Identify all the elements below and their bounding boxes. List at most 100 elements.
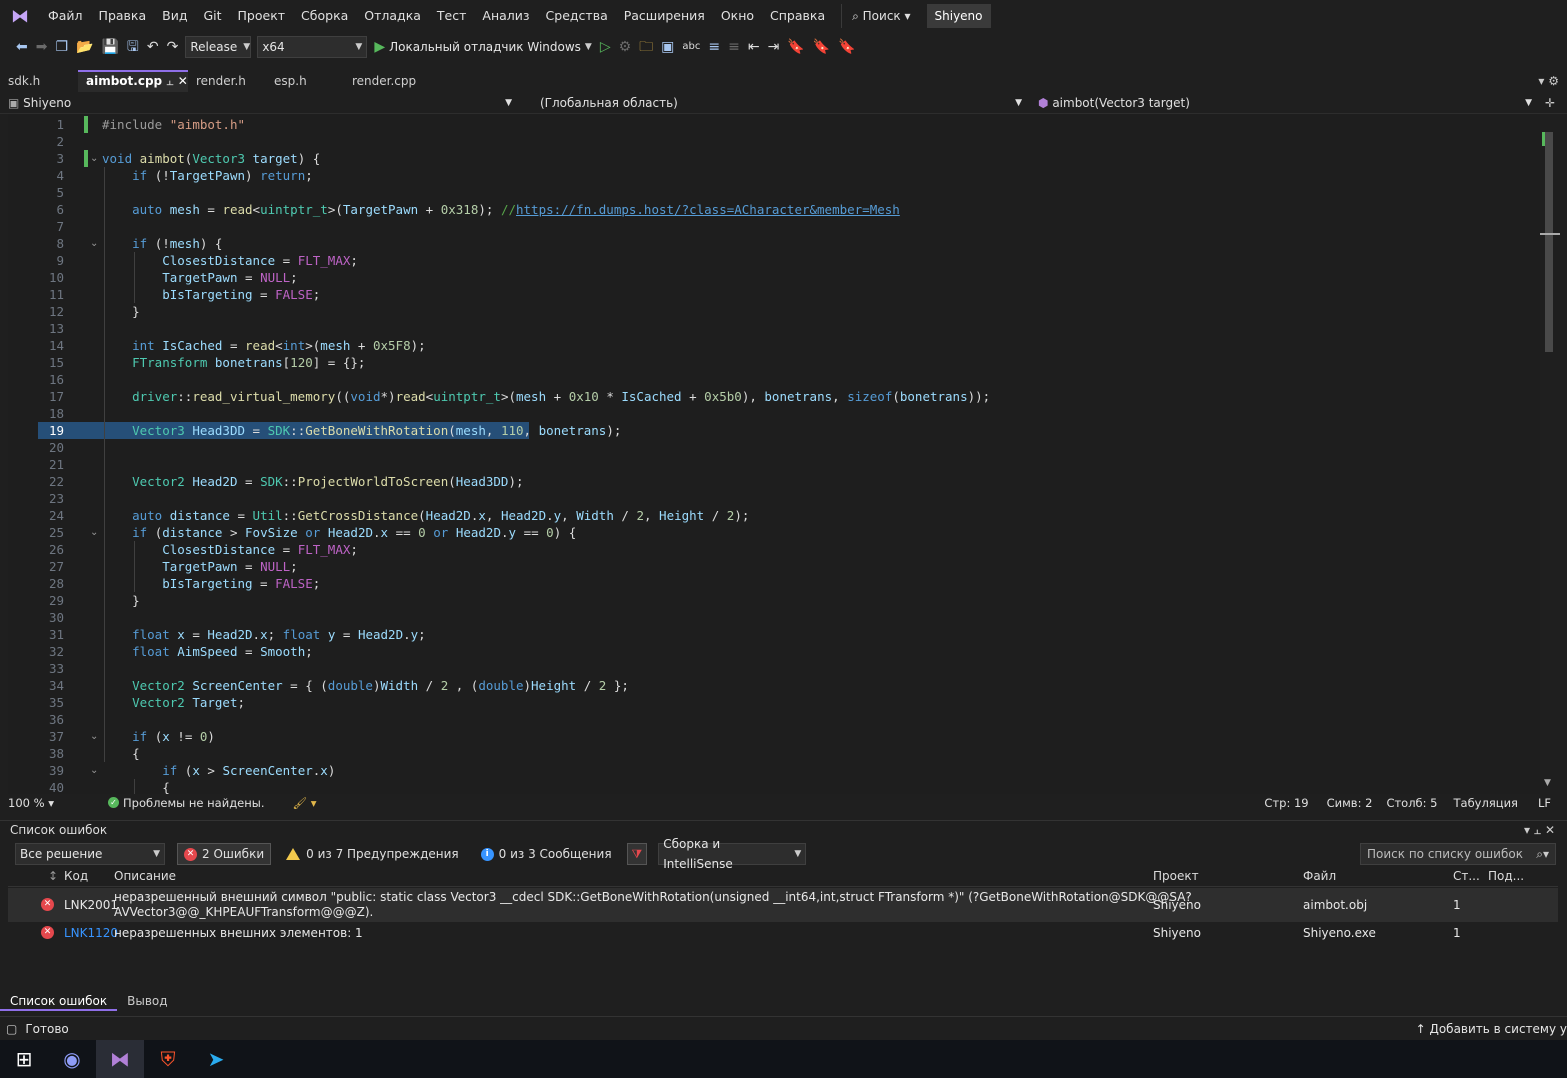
error-row[interactable]: ✕ LNK2001 неразрешенный внешний символ "…: [8, 888, 1558, 922]
save-all-icon[interactable]: 🖫: [127, 32, 139, 62]
scope-select[interactable]: (Глобальная область) ▼: [520, 93, 1030, 113]
cleanup-icon[interactable]: 🖌 ▾: [292, 796, 316, 810]
code-line[interactable]: 38 {: [8, 745, 1540, 762]
column-line[interactable]: Ст...: [1453, 869, 1480, 883]
debugger-label[interactable]: Локальный отладчик Windows: [389, 40, 581, 54]
row-indicator[interactable]: Стр: 19: [1264, 796, 1308, 810]
uncomment-icon[interactable]: ≡: [728, 32, 740, 62]
column-description[interactable]: Описание: [114, 869, 176, 883]
save-icon[interactable]: 💾: [101, 32, 118, 62]
vertical-scrollbar[interactable]: ▼: [1540, 114, 1560, 794]
problems-indicator[interactable]: ✓ Проблемы не найдены.: [108, 796, 264, 810]
code-line[interactable]: 17 driver::read_virtual_memory((void*)re…: [8, 388, 1540, 405]
member-select[interactable]: ⬢ aimbot(Vector3 target) ▼: [1030, 93, 1540, 113]
telegram-icon[interactable]: ➤: [192, 1040, 240, 1078]
code-line[interactable]: 11 bIsTargeting = FALSE;: [8, 286, 1540, 303]
start-without-debug-icon[interactable]: ▷: [600, 32, 611, 62]
tab-esp-h[interactable]: esp.h: [266, 70, 344, 92]
menu-item-4[interactable]: Проект: [230, 0, 294, 32]
code-line[interactable]: 14 int IsCached = read<int>(mesh + 0x5F8…: [8, 337, 1540, 354]
bookmark-icon[interactable]: 🔖: [787, 32, 804, 62]
filter-icon[interactable]: ⧩: [626, 843, 648, 865]
code-line[interactable]: 34 Vector2 ScreenCenter = { (double)Widt…: [8, 677, 1540, 694]
solution-name-badge[interactable]: Shiyeno: [926, 4, 991, 28]
code-line[interactable]: 9 ClosestDistance = FLT_MAX;: [8, 252, 1540, 269]
error-search-input[interactable]: Поиск по списку ошибок ⌕▾: [1360, 843, 1556, 865]
platform-select[interactable]: x64 ▼: [257, 36, 368, 58]
errors-filter-button[interactable]: ✕ 2 Ошибки: [177, 843, 272, 865]
menu-item-12[interactable]: Справка: [762, 0, 833, 32]
code-line[interactable]: 13: [8, 320, 1540, 337]
visual-studio-logo-icon[interactable]: ⧓: [0, 0, 40, 32]
column-project[interactable]: Проект: [1153, 869, 1199, 883]
code-line[interactable]: 23: [8, 490, 1540, 507]
indent-icon[interactable]: ⇥: [768, 32, 780, 62]
warnings-filter-button[interactable]: 0 из 7 Предупреждения: [279, 843, 466, 865]
split-icon[interactable]: ✛: [1540, 96, 1560, 110]
visual-studio-icon[interactable]: ⧓: [96, 1040, 144, 1078]
column-suppression[interactable]: Под...: [1488, 869, 1524, 883]
code-line[interactable]: 15 FTransform bonetrans[120] = {};: [8, 354, 1540, 371]
discord-icon[interactable]: ◉: [48, 1040, 96, 1078]
code-line[interactable]: 16: [8, 371, 1540, 388]
error-code-link[interactable]: LNK1120: [64, 926, 118, 940]
outdent-icon[interactable]: ⇤: [748, 32, 760, 62]
zoom-select[interactable]: 100 % ▾: [0, 796, 68, 810]
code-line[interactable]: 2: [8, 133, 1540, 150]
code-line[interactable]: 35 Vector2 Target;: [8, 694, 1540, 711]
menu-item-11[interactable]: Окно: [713, 0, 762, 32]
undo-icon[interactable]: ↶: [147, 32, 159, 62]
menu-item-9[interactable]: Средства: [538, 0, 616, 32]
bookmark-prev-icon[interactable]: 🔖: [813, 32, 830, 62]
code-line[interactable]: 28 bIsTargeting = FALSE;: [8, 575, 1540, 592]
menu-item-2[interactable]: Вид: [154, 0, 195, 32]
tab-output[interactable]: Вывод: [117, 991, 177, 1011]
start-debug-icon[interactable]: ▶: [374, 32, 385, 62]
scrollbar-thumb[interactable]: [1545, 132, 1553, 352]
attach-icon[interactable]: ⚙: [619, 32, 632, 62]
fold-chevron-icon[interactable]: ⌄: [90, 762, 102, 779]
code-editor[interactable]: 1 #include "aimbot.h" 2 3 void aimbot(Vector…: [8, 114, 1540, 794]
fold-chevron-icon[interactable]: ⌄: [90, 728, 102, 745]
code-line[interactable]: 24 auto distance = Util::GetCrossDistanc…: [8, 507, 1540, 524]
open-folder-icon[interactable]: 📂: [76, 32, 93, 62]
project-select[interactable]: ▣ Shiyeno ▼: [0, 93, 520, 113]
forward-icon[interactable]: ➡: [36, 32, 48, 62]
code-line[interactable]: 20: [8, 439, 1540, 456]
windows-start-icon[interactable]: ⊞: [0, 1040, 48, 1078]
code-line[interactable]: 1 #include "aimbot.h": [8, 116, 1540, 133]
bookmark-next-icon[interactable]: 🔖: [838, 32, 855, 62]
menu-item-7[interactable]: Тест: [429, 0, 474, 32]
tab-sdk-h[interactable]: sdk.h: [0, 70, 78, 92]
col-indicator[interactable]: Столб: 5: [1386, 796, 1437, 810]
debugger-dropdown-icon[interactable]: ▼: [585, 32, 592, 62]
window-layout-icon[interactable]: ▣: [661, 32, 674, 62]
code-line[interactable]: 31 float x = Head2D.x; float y = Head2D.…: [8, 626, 1540, 643]
menu-item-3[interactable]: Git: [195, 0, 229, 32]
menu-item-0[interactable]: Файл: [40, 0, 91, 32]
menu-item-5[interactable]: Сборка: [293, 0, 356, 32]
eol-indicator[interactable]: LF: [1538, 796, 1551, 810]
code-line[interactable]: 4 if (!TargetPawn) return;: [8, 167, 1540, 184]
code-line[interactable]: 29 }: [8, 592, 1540, 609]
code-line[interactable]: 22 Vector2 Head2D = SDK::ProjectWorldToS…: [8, 473, 1540, 490]
code-line[interactable]: 3 void aimbot(Vector3 target) {: [8, 150, 1540, 167]
code-line[interactable]: 40 {: [8, 779, 1540, 794]
code-line[interactable]: 26 ClosestDistance = FLT_MAX;: [8, 541, 1540, 558]
search-button[interactable]: ⌕ Поиск ▾: [841, 4, 920, 28]
add-source-control-button[interactable]: ↑ Добавить в систему у: [1416, 1022, 1567, 1036]
code-line[interactable]: 21: [8, 456, 1540, 473]
tab-overflow-icon[interactable]: ▾ ⚙: [1527, 70, 1567, 92]
code-line[interactable]: 39 if (x > ScreenCenter.x): [8, 762, 1540, 779]
code-line[interactable]: 30: [8, 609, 1540, 626]
fold-chevron-icon[interactable]: ⌄: [90, 235, 102, 252]
comment-icon[interactable]: ≡: [708, 32, 720, 62]
code-line[interactable]: 25 if (distance > FovSize or Head2D.x ==…: [8, 524, 1540, 541]
fold-chevron-icon[interactable]: ⌄: [90, 524, 102, 541]
code-line[interactable]: 27 TargetPawn = NULL;: [8, 558, 1540, 575]
code-line[interactable]: 7: [8, 218, 1540, 235]
code-line[interactable]: 5: [8, 184, 1540, 201]
pin-icon[interactable]: ⫠: [166, 74, 173, 88]
tab-error-list[interactable]: Список ошибок: [0, 991, 118, 1011]
menu-item-6[interactable]: Отладка: [356, 0, 429, 32]
